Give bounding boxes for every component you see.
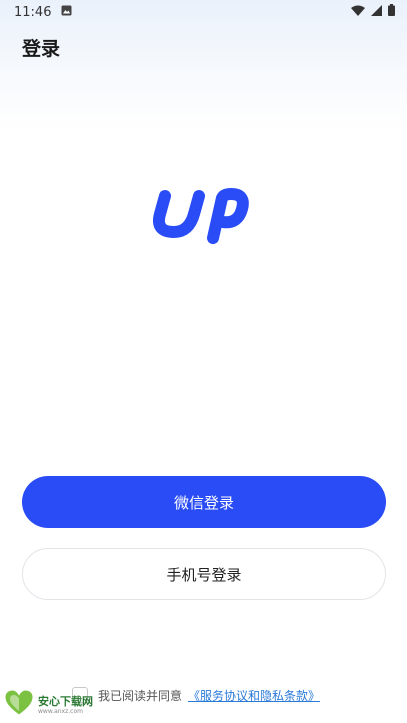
- up-logo-icon: [153, 188, 253, 244]
- watermark-text: 安心下载网 www.anxz.com: [38, 696, 93, 715]
- page-title: 登录: [22, 38, 61, 60]
- heart-logo-icon: [4, 689, 34, 721]
- phone-login-button[interactable]: 手机号登录: [22, 548, 386, 600]
- wifi-icon: [351, 5, 365, 20]
- status-bar: 11:46: [0, 0, 407, 24]
- battery-icon: [388, 4, 395, 20]
- status-time: 11:46: [14, 4, 52, 20]
- watermark: 安心下载网 www.anxz.com: [4, 689, 93, 721]
- watermark-name: 安心下载网: [38, 694, 93, 708]
- terms-link[interactable]: 《服务协议和隐私条款》: [188, 687, 320, 704]
- status-left: 11:46: [14, 5, 72, 20]
- wechat-login-button[interactable]: 微信登录: [22, 476, 386, 528]
- image-notification-icon: [61, 5, 72, 20]
- agreement-text: 我已阅读并同意: [98, 688, 183, 703]
- login-screen: 11:46 登录 微信登录 手机号登录 我已阅读并同意 《服务协议和隐私条款》 …: [0, 0, 407, 723]
- status-right: [351, 4, 395, 20]
- cell-signal-icon: [371, 4, 382, 20]
- watermark-url: www.anxz.com: [38, 707, 83, 715]
- agreement-row: 我已阅读并同意 《服务协议和隐私条款》: [72, 685, 320, 705]
